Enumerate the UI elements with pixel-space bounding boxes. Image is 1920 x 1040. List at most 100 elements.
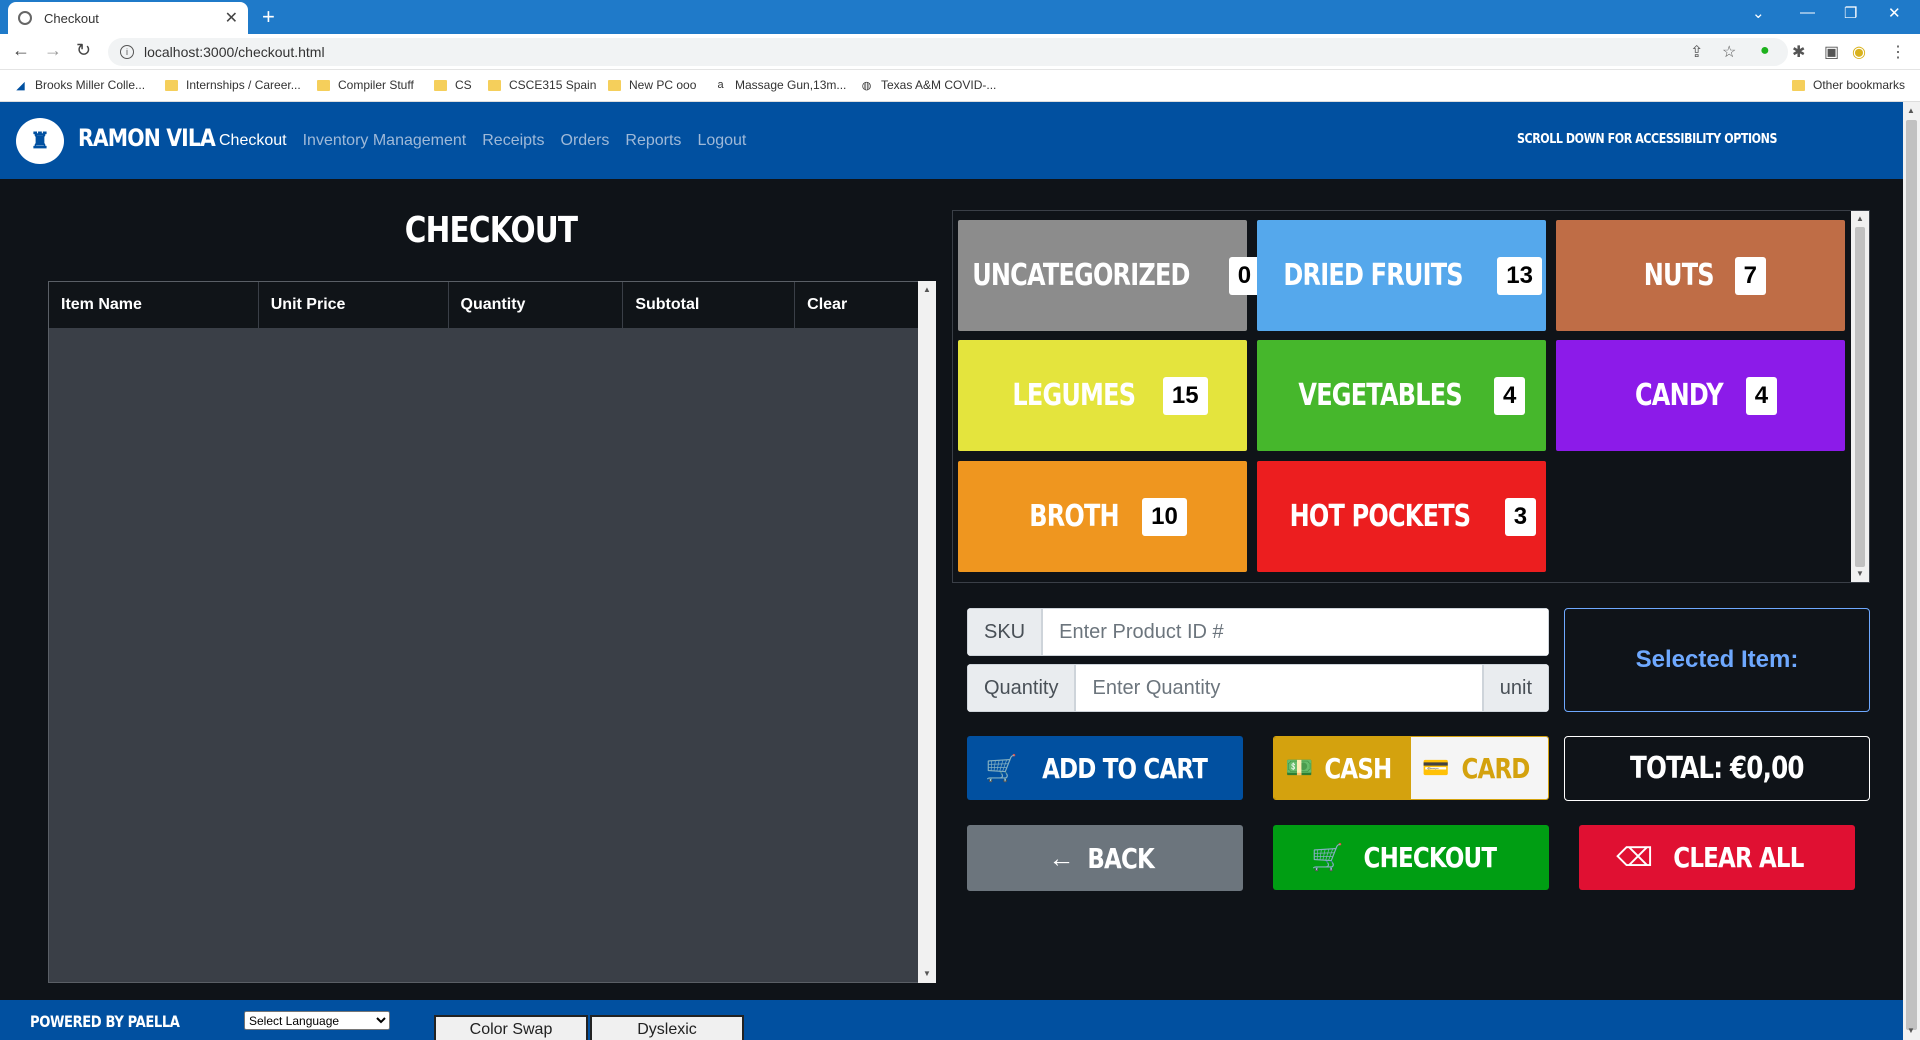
language-select[interactable]: Select Language (244, 1011, 390, 1030)
browser-tab[interactable]: Checkout ✕ (8, 2, 248, 34)
close-window-icon[interactable]: ✕ (1888, 4, 1901, 22)
category-candy[interactable]: CANDY 4 (1556, 340, 1845, 451)
bookmark-item[interactable]: ◍ Texas A&M COVID-... (860, 78, 997, 92)
brand-name[interactable]: RAMON VILA (78, 124, 216, 152)
sku-input[interactable] (1042, 608, 1549, 656)
category-uncategorized[interactable]: UNCATEGORIZED 0 (958, 220, 1261, 331)
total-label: TOTAL: €0,00 (1630, 751, 1804, 786)
puzzle-icon[interactable]: ✱ (1792, 42, 1805, 62)
nav-orders[interactable]: Orders (561, 132, 610, 150)
scroll-down-arrow-icon[interactable]: ▼ (1856, 569, 1864, 578)
globe-icon (18, 11, 32, 25)
sku-label: SKU (967, 608, 1043, 656)
sku-input-group: SKU (967, 608, 1549, 656)
reload-icon[interactable]: ↻ (76, 40, 91, 61)
paella-logo-icon[interactable]: ♜ (16, 118, 64, 164)
quantity-input-group: Quantity unit (967, 664, 1549, 712)
site-info-icon[interactable]: i (120, 45, 134, 59)
cash-label: CASH (1324, 751, 1393, 785)
clear-all-label: CLEAR ALL (1673, 841, 1804, 874)
cart-icon: 🛒 (1310, 842, 1344, 872)
forward-nav-icon[interactable]: → (44, 40, 62, 61)
cart-scrollbar[interactable]: ▲ ▼ (918, 281, 936, 983)
bookmark-item[interactable]: Compiler Stuff (317, 78, 414, 92)
new-tab-button[interactable]: + (262, 4, 275, 30)
bookmark-item[interactable]: New PC ooo (608, 78, 696, 92)
category-scrollbar[interactable]: ▲ ▼ (1851, 211, 1869, 582)
column-header-subtotal: Subtotal (623, 282, 796, 328)
scroll-up-arrow-icon[interactable]: ▲ (923, 285, 931, 294)
restore-icon[interactable]: ❐ (1844, 4, 1857, 22)
category-vegetables[interactable]: VEGETABLES 4 (1257, 340, 1546, 451)
share-icon[interactable]: ⇪ (1690, 42, 1703, 62)
category-label: UNCATEGORIZED (972, 258, 1190, 293)
nav-inventory-management[interactable]: Inventory Management (303, 132, 467, 150)
card-option[interactable]: 💳 CARD (1411, 737, 1548, 799)
selected-item-box: Selected Item: (1564, 608, 1870, 712)
bookmark-item[interactable]: a Massage Gun,13m... (714, 78, 846, 92)
side-panel-icon[interactable]: ▣ (1824, 42, 1839, 62)
browser-tab-bar: Checkout ✕ + ⌄ — ❐ ✕ (0, 0, 1920, 34)
category-count-badge: 3 (1504, 497, 1537, 536)
nav-reports[interactable]: Reports (625, 132, 681, 150)
scrollbar-thumb[interactable] (1855, 227, 1865, 567)
cart-table: Item Name Unit Price Quantity Subtotal C… (48, 281, 936, 983)
money-bill-icon: 💵 (1285, 755, 1314, 780)
column-header-unit-price: Unit Price (259, 282, 449, 328)
category-label: NUTS (1643, 258, 1715, 293)
nav-receipts[interactable]: Receipts (482, 132, 544, 150)
scrollbar-thumb[interactable] (1906, 120, 1917, 1030)
scroll-down-arrow-icon[interactable]: ▼ (923, 969, 931, 978)
category-legumes[interactable]: LEGUMES 15 (958, 340, 1247, 451)
nav-checkout[interactable]: Checkout (219, 132, 287, 150)
folder-icon (488, 79, 501, 91)
column-header-item-name: Item Name (49, 282, 259, 328)
address-bar: ← → ↻ i localhost:3000/checkout.html ⇪ ☆… (0, 34, 1920, 70)
dyslexic-button[interactable]: Dyslexic (590, 1015, 744, 1040)
category-nuts[interactable]: NUTS 7 (1556, 220, 1845, 331)
category-label: VEGETABLES (1298, 378, 1462, 413)
category-dried-fruits[interactable]: DRIED FRUITS 13 (1257, 220, 1546, 331)
category-broth[interactable]: BROTH 10 (958, 461, 1247, 572)
quantity-input[interactable] (1075, 664, 1483, 712)
url-field[interactable]: i localhost:3000/checkout.html (108, 38, 1788, 66)
back-nav-icon[interactable]: ← (12, 40, 30, 61)
amazon-icon: a (717, 79, 724, 91)
bookmark-item[interactable]: Internships / Career... (165, 78, 301, 92)
folder-icon (1792, 79, 1805, 91)
powered-by-text: POWERED BY PAELLA (30, 1012, 180, 1031)
checkout-button[interactable]: 🛒 CHECKOUT (1273, 825, 1549, 890)
category-label: DRIED FRUITS (1283, 258, 1463, 293)
tab-search-icon[interactable]: ⌄ (1752, 4, 1765, 22)
scroll-down-arrow-icon[interactable]: ▼ (1907, 1026, 1915, 1035)
category-hot-pockets[interactable]: HOT POCKETS 3 (1257, 461, 1546, 572)
bookmarks-bar: ◢ Brooks Miller Colle... Internships / Ca… (0, 70, 1920, 102)
menu-icon[interactable]: ⋮ (1890, 42, 1906, 62)
folder-icon (434, 79, 447, 91)
bookmark-item[interactable]: ◢ Brooks Miller Colle... (14, 78, 145, 92)
bookmark-star-icon[interactable]: ☆ (1722, 42, 1736, 62)
globe-icon: ◍ (861, 79, 872, 92)
category-label: CANDY (1634, 378, 1724, 413)
page-scrollbar[interactable]: ▲ ▼ (1903, 102, 1920, 1040)
other-bookmarks[interactable]: Other bookmarks (1792, 78, 1905, 92)
extension-icon[interactable]: ● (1760, 42, 1770, 60)
color-swap-button[interactable]: Color Swap (434, 1015, 588, 1040)
category-count-badge: 4 (1493, 376, 1526, 415)
scroll-up-arrow-icon[interactable]: ▲ (1907, 106, 1915, 115)
site-footer: POWERED BY PAELLA Select Language Color … (0, 1000, 1903, 1040)
bookmark-item[interactable]: CSCE315 Spain (488, 78, 596, 92)
minimize-icon[interactable]: — (1800, 4, 1815, 21)
accessibility-note: SCROLL DOWN FOR ACCESSIBILITY OPTIONS (1517, 132, 1777, 147)
clear-all-button[interactable]: ⌫ CLEAR ALL (1579, 825, 1855, 890)
close-tab-icon[interactable]: ✕ (225, 8, 238, 28)
cash-option[interactable]: 💵 CASH (1274, 737, 1411, 799)
back-button[interactable]: ← BACK (967, 825, 1243, 891)
bookmark-item[interactable]: CS (434, 78, 472, 92)
total-display: TOTAL: €0,00 (1564, 736, 1870, 801)
profile-avatar-icon[interactable]: ◉ (1852, 42, 1866, 62)
add-to-cart-button[interactable]: 🛒 ADD TO CART (967, 736, 1243, 800)
folder-icon (165, 79, 178, 91)
nav-logout[interactable]: Logout (697, 132, 746, 150)
scroll-up-arrow-icon[interactable]: ▲ (1856, 214, 1864, 223)
